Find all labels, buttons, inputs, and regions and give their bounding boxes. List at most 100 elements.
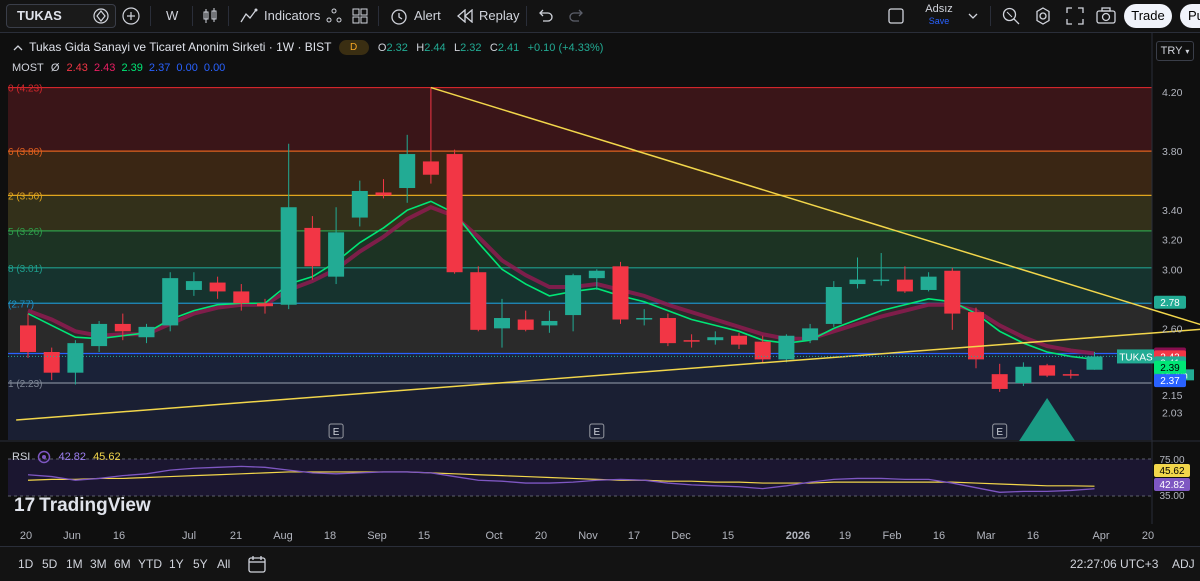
range-button[interactable]: 6M [114,547,131,581]
candle-body [91,323,108,347]
time-axis-tick: Aug [273,530,293,542]
range-button[interactable]: 1D [18,547,33,581]
time-axis-tick: 19 [839,530,851,542]
bottom-toolbar: 1D 5D 1M 3M 6M YTD 1Y 5Y All 22:27:06 UTC+3 ADJ [0,546,1200,581]
trade-button[interactable]: Trade [1124,4,1172,28]
fib-level-label: 1 (2.23) [8,379,42,390]
range-button[interactable]: 3M [90,547,107,581]
most-value: 2.39 [121,62,143,74]
range-button[interactable]: YTD [138,547,162,581]
most-value: 2.43 [93,62,116,74]
candle-body [138,326,155,338]
candle-body [20,325,36,352]
rsi-legend[interactable]: RSI 42.82 45.62 [12,450,121,464]
price-axis-tick: 3.80 [1162,146,1183,158]
price-axis-tick: 3.00 [1162,264,1183,276]
fullscreen-icon[interactable] [1066,7,1084,25]
candle-body [588,270,605,279]
clock[interactable]: 22:27:06 UTC+3 [1070,547,1158,581]
price-axis-tick: 2.03 [1162,408,1183,420]
price-label: 2.37 [1160,376,1180,387]
layout-grid-icon[interactable] [352,8,368,24]
time-axis-tick: 15 [722,530,734,542]
candle-body [754,341,771,360]
fib-zone [8,195,1152,231]
range-button[interactable]: 5Y [193,547,208,581]
adj-toggle[interactable]: ADJ [1172,547,1195,581]
range-button[interactable]: 1M [66,547,83,581]
candle-body [683,340,700,342]
rsi-settings-icon[interactable] [37,450,51,464]
chevron-down-icon[interactable] [968,11,978,21]
chevron-down-icon: ▾ [1185,47,1190,56]
time-axis-tick: 16 [1027,530,1039,542]
interval-button[interactable]: W [166,0,178,32]
time-axis-tick: Jun [63,530,81,542]
candle-body [731,335,747,345]
layout-name-button[interactable]: Adsız Save [918,3,960,29]
candle-body [1086,356,1103,370]
fib-zone [8,383,1152,440]
quick-search-icon[interactable] [1002,7,1020,25]
rsi-value: 42.82 [58,450,86,463]
candle-body [328,232,345,277]
camera-icon[interactable] [1096,7,1116,25]
undo-icon[interactable] [537,9,553,23]
redo-icon[interactable] [569,9,585,23]
toolbar-divider [526,6,527,26]
time-axis-tick: Dec [671,530,691,542]
most-indicator-legend[interactable]: MOST Ø 2.43 2.43 2.39 2.37 0.00 0.00 [12,62,228,74]
candle-body [920,276,937,290]
publish-button[interactable]: Pu [1180,4,1200,28]
time-axis-tick: 16 [933,530,945,542]
rsi-axis-tick: 42.82 [1159,480,1184,491]
price-label: 2.39 [1160,363,1180,374]
rsi-axis-tick: 35.00 [1159,491,1184,502]
currency-label: TRY [1160,45,1183,57]
candle-body [1015,366,1032,384]
legend-low-value: 2.32 [460,42,482,54]
time-axis-tick: Oct [485,530,502,542]
candle-body [494,318,510,329]
range-button[interactable]: 1Y [169,547,184,581]
currency-selector[interactable]: TRY ▾ [1156,41,1194,61]
tradingview-watermark: 17 TradingView [14,495,151,517]
layout-save-status: Save [928,16,950,26]
price-axis-tick: 2.15 [1162,390,1183,402]
candle-body [185,281,202,290]
fib-zone [8,151,1152,196]
symbol-name: TUKAS [17,8,62,23]
chart-canvas[interactable]: 0 (4.23) 6 (3.80) 2 (3.50) 5 (3.26) 8 (3.01)… [0,0,1200,580]
legend-toggle-icon[interactable] [12,42,24,54]
price-label: 2.78 [1160,298,1180,309]
candle-body [233,291,250,304]
add-symbol-icon[interactable] [122,7,140,25]
toolbar-divider [150,6,151,26]
candle-body [612,266,629,320]
range-button[interactable]: 5D [42,547,57,581]
candle-body [968,312,984,360]
symbol-settings-icon[interactable] [93,8,109,24]
time-axis-tick: Apr [1092,530,1109,542]
replay-label: Replay [479,8,520,23]
legend-change: +0.10 (+4.33%) [527,42,604,54]
fib-level-label: 8 (3.01) [8,264,42,275]
candle-body [280,207,297,305]
fib-level-label: 2 (3.50) [8,191,42,202]
tradingview-logo-icon: 17 [14,495,36,516]
layout-checkbox-icon[interactable] [888,8,904,24]
date-range-icon[interactable] [248,555,266,573]
symbol-search[interactable]: TUKAS [6,4,116,28]
time-axis-tick: Mar [977,530,996,542]
most-symbol: Ø [50,62,60,74]
candle-type-icon[interactable] [202,7,218,25]
dividend-badge[interactable]: D [338,40,369,56]
legend-open-value: 2.32 [386,42,408,54]
candle-body [944,270,961,314]
range-button[interactable]: All [217,547,230,581]
settings-gear-icon[interactable] [1034,7,1052,25]
legend-high-label: H [416,42,425,54]
indicator-templates-icon[interactable] [326,8,342,24]
fib-level-label: (2.77) [8,299,34,310]
fib-level-label: 0 (4.23) [8,84,42,95]
